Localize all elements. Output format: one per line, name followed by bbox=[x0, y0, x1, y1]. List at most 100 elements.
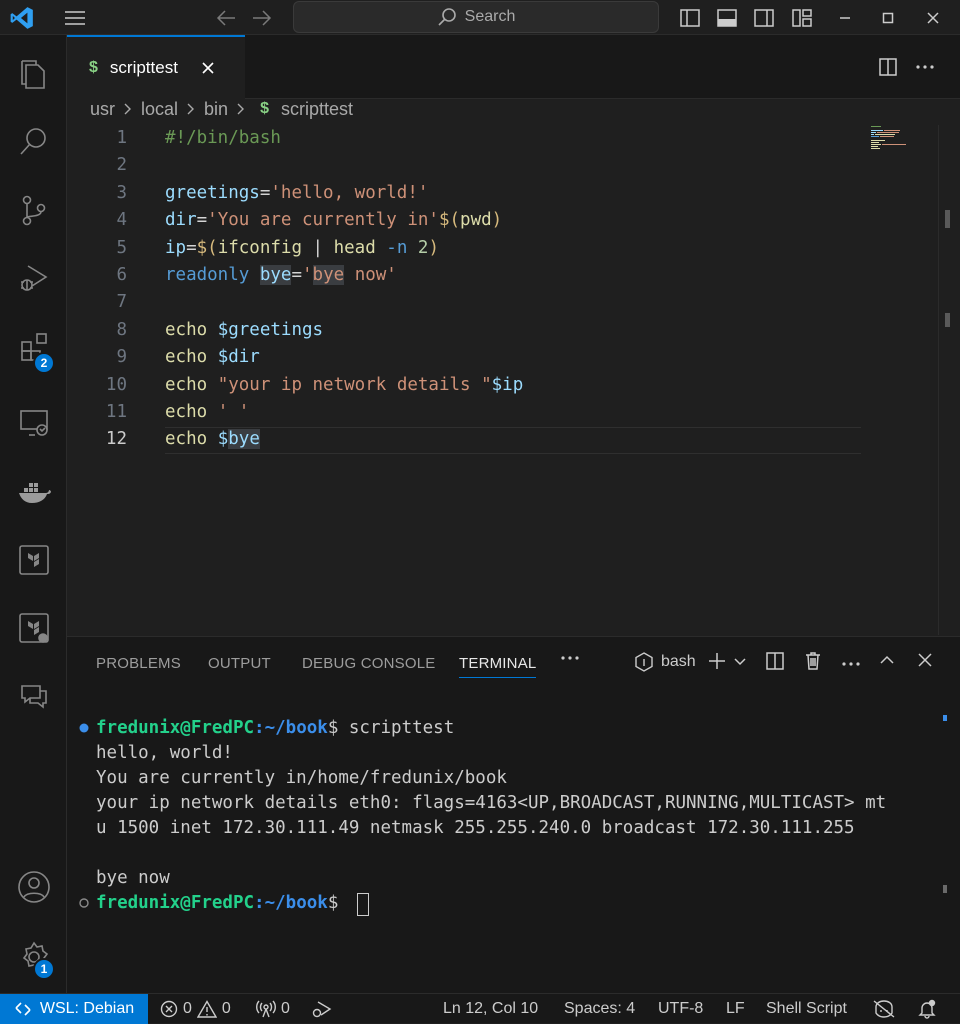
terraform-cloud-icon[interactable] bbox=[0, 594, 67, 662]
broadcast-icon bbox=[256, 1000, 276, 1018]
new-terminal-icon[interactable] bbox=[707, 651, 747, 671]
code-text: echo "your ip network details "$ip bbox=[165, 372, 523, 399]
code-token: greetings bbox=[165, 182, 260, 203]
terminal-profile-bash[interactable]: bash bbox=[633, 651, 696, 673]
toggle-secondary-sidebar-icon[interactable] bbox=[750, 5, 778, 31]
editor-scrollbar[interactable] bbox=[938, 125, 960, 635]
customize-layout-icon[interactable] bbox=[788, 5, 816, 31]
code-token: 'hello, world!' bbox=[270, 182, 429, 203]
code-text: greetings='hello, world!' bbox=[165, 180, 428, 207]
code-token: bye bbox=[259, 265, 292, 285]
explorer-icon[interactable] bbox=[0, 40, 67, 108]
code-token: $( bbox=[438, 210, 461, 231]
breadcrumb: usr local bin $ scripttest bbox=[90, 96, 353, 122]
settings-gear-icon[interactable]: 1 bbox=[0, 923, 67, 991]
encoding-status[interactable]: UTF-8 bbox=[658, 994, 703, 1024]
breadcrumb-local[interactable]: local bbox=[141, 99, 178, 120]
split-terminal-icon[interactable] bbox=[765, 651, 785, 671]
indentation-status[interactable]: Spaces: 4 bbox=[564, 994, 635, 1024]
more-actions-icon[interactable] bbox=[912, 54, 938, 80]
line-number: 7 bbox=[116, 292, 127, 313]
code-line[interactable]: 3 greetings='hello, world!' bbox=[67, 180, 867, 207]
minimap[interactable] bbox=[870, 125, 938, 635]
code-line[interactable]: 5 ip=$(ifconfig | head -n 2) bbox=[67, 235, 867, 262]
copilot-disabled-icon[interactable] bbox=[872, 994, 896, 1024]
code-line[interactable]: 2 bbox=[67, 152, 867, 179]
remote-explorer-icon[interactable] bbox=[0, 388, 67, 456]
chat-icon[interactable] bbox=[0, 662, 67, 730]
activity-bar: 2 1 bbox=[0, 35, 67, 993]
shell-file-icon: $ bbox=[260, 100, 269, 117]
debug-status-icon[interactable] bbox=[310, 994, 332, 1024]
tab-problems[interactable]: PROBLEMS bbox=[96, 655, 181, 672]
account-icon[interactable] bbox=[0, 853, 67, 921]
search-view-icon[interactable] bbox=[0, 108, 67, 176]
terminal-output-line: bye now bbox=[96, 868, 170, 888]
code-editor[interactable]: 1 #!/bin/bash 2 3 greetings='hello, world!' 4… bbox=[67, 125, 938, 635]
code-text: #!/bin/bash bbox=[165, 125, 281, 152]
cursor-position[interactable]: Ln 12, Col 10 bbox=[443, 994, 538, 1024]
scroll-marker bbox=[945, 313, 950, 327]
forward-arrow-icon[interactable] bbox=[248, 5, 276, 31]
code-token: $ip bbox=[491, 374, 524, 395]
code-line[interactable]: 6 readonly bye='bye now' bbox=[67, 262, 867, 289]
code-line[interactable]: 12 echo $bye bbox=[67, 426, 867, 453]
bottom-panel: PROBLEMS OUTPUT DEBUG CONSOLE TERMINAL b… bbox=[67, 636, 960, 993]
notifications-bell-icon[interactable] bbox=[917, 994, 937, 1024]
breadcrumb-bin[interactable]: bin bbox=[204, 99, 228, 120]
problems-status[interactable]: 0 0 bbox=[160, 994, 231, 1024]
breadcrumb-scripttest[interactable]: scripttest bbox=[281, 99, 353, 120]
line-number: 1 bbox=[116, 128, 127, 148]
language-mode[interactable]: Shell Script bbox=[766, 994, 847, 1024]
split-editor-icon[interactable] bbox=[875, 54, 901, 80]
terminal-more-icon[interactable] bbox=[841, 661, 861, 667]
minimize-icon[interactable] bbox=[830, 5, 860, 31]
maximize-icon[interactable] bbox=[873, 5, 903, 31]
tab-scripttest[interactable]: $ scripttest bbox=[67, 35, 245, 99]
menu-icon[interactable] bbox=[60, 5, 90, 31]
search-box[interactable]: Search bbox=[293, 1, 659, 33]
kill-terminal-trash-icon[interactable] bbox=[803, 651, 823, 671]
close-tab-icon[interactable] bbox=[200, 60, 216, 76]
code-line[interactable]: 4 dir='You are currently in'$(pwd) bbox=[67, 207, 867, 234]
back-arrow-icon[interactable] bbox=[212, 5, 240, 31]
code-line[interactable]: 7 bbox=[67, 289, 867, 316]
tab-terminal[interactable]: TERMINAL bbox=[459, 655, 537, 678]
terraform-icon[interactable] bbox=[0, 526, 67, 594]
code-line[interactable]: 1 #!/bin/bash bbox=[67, 125, 867, 152]
error-count: 0 bbox=[183, 1000, 192, 1017]
line-number: 2 bbox=[116, 155, 127, 176]
line-number: 9 bbox=[116, 347, 127, 368]
code-token: ' bbox=[302, 265, 313, 285]
toggle-sidebar-icon[interactable] bbox=[676, 5, 704, 31]
docker-icon[interactable] bbox=[0, 458, 67, 526]
panel-more-icon[interactable] bbox=[560, 655, 580, 661]
source-control-icon[interactable] bbox=[0, 176, 67, 244]
tab-debug-console[interactable]: DEBUG CONSOLE bbox=[302, 655, 435, 672]
maximize-panel-chevron-up-icon[interactable] bbox=[878, 651, 896, 669]
eol-status[interactable]: LF bbox=[726, 994, 745, 1024]
code-line[interactable]: 10 echo "your ip network details "$ip bbox=[67, 372, 867, 399]
code-text: echo ' ' bbox=[165, 399, 249, 426]
extensions-icon[interactable]: 2 bbox=[0, 312, 67, 380]
error-icon bbox=[160, 1000, 178, 1018]
tab-output[interactable]: OUTPUT bbox=[208, 655, 271, 672]
code-token: ifconfig bbox=[217, 237, 302, 258]
breadcrumb-usr[interactable]: usr bbox=[90, 99, 115, 120]
run-debug-icon[interactable] bbox=[0, 244, 67, 312]
ports-status[interactable]: 0 bbox=[256, 994, 290, 1024]
close-panel-icon[interactable] bbox=[916, 651, 934, 669]
code-token: bye bbox=[312, 265, 345, 285]
code-line[interactable]: 11 echo ' ' bbox=[67, 399, 867, 426]
toggle-panel-icon[interactable] bbox=[713, 5, 741, 31]
code-token: "your ip network details " bbox=[217, 374, 492, 395]
line-number: 4 bbox=[116, 210, 127, 231]
close-window-icon[interactable] bbox=[918, 5, 948, 31]
remote-indicator[interactable]: WSL: Debian bbox=[0, 994, 148, 1024]
code-token: ) bbox=[428, 237, 440, 258]
code-line[interactable]: 8 echo $greetings bbox=[67, 317, 867, 344]
chevron-down-icon[interactable] bbox=[733, 654, 747, 668]
code-line[interactable]: 9 echo $dir bbox=[67, 344, 867, 371]
extensions-badge: 2 bbox=[33, 352, 55, 374]
